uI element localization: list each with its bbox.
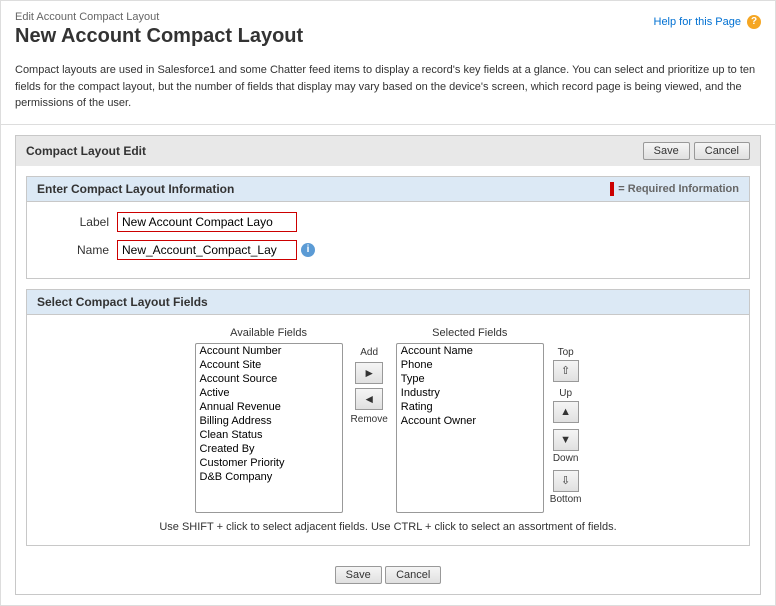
up-group: Up ▲: [553, 388, 579, 423]
list-item[interactable]: Annual Revenue: [196, 400, 342, 414]
remove-label: Remove: [351, 414, 388, 425]
list-item[interactable]: Account Owner: [397, 414, 543, 428]
list-item[interactable]: Account Site: [196, 358, 342, 372]
page-title: New Account Compact Layout: [15, 25, 761, 48]
down-button[interactable]: ▼: [553, 429, 579, 451]
reorder-col: Top ⇧ Up ▲ ▼ Down ⇩ Bott: [550, 347, 582, 509]
up-label: Up: [559, 388, 572, 399]
select-fields-header: Select Compact Layout Fields: [27, 290, 749, 315]
bottom-actions: Save Cancel: [16, 556, 760, 594]
bottom-group: ⇩ Bottom: [550, 470, 582, 505]
compact-layout-edit-title: Compact Layout Edit: [26, 144, 146, 158]
required-text: = Required Information: [618, 183, 739, 195]
form-body: Label Name i: [27, 202, 749, 278]
breadcrumb: Edit Account Compact Layout: [15, 11, 761, 23]
remove-button[interactable]: ◄: [355, 388, 383, 410]
help-link[interactable]: Help for this Page ?: [654, 15, 762, 29]
required-bar: [610, 182, 614, 196]
selected-col: Selected Fields Account Name Phone Type …: [396, 327, 544, 513]
selected-label: Selected Fields: [432, 327, 507, 339]
list-item[interactable]: Account Number: [196, 344, 342, 358]
name-info-icon[interactable]: i: [301, 243, 315, 257]
add-remove-col: Add ► ◄ Remove: [351, 347, 388, 425]
down-label: Down: [553, 453, 579, 464]
description: Compact layouts are used in Salesforce1 …: [1, 54, 775, 125]
top-button[interactable]: ⇧: [553, 360, 579, 382]
list-item[interactable]: Account Source: [196, 372, 342, 386]
fields-body: Available Fields Account Number Account …: [27, 315, 749, 545]
label-row: Label: [37, 212, 739, 232]
list-item[interactable]: Billing Address: [196, 414, 342, 428]
available-fields-list[interactable]: Account Number Account Site Account Sour…: [195, 343, 343, 513]
add-button[interactable]: ►: [355, 362, 383, 384]
list-item[interactable]: Rating: [397, 400, 543, 414]
name-field-label: Name: [37, 243, 117, 257]
available-label: Available Fields: [230, 327, 307, 339]
available-col: Available Fields Account Number Account …: [195, 327, 343, 513]
list-item[interactable]: Industry: [397, 386, 543, 400]
fields-columns: Available Fields Account Number Account …: [37, 327, 739, 513]
enter-info-title: Enter Compact Layout Information: [37, 182, 234, 196]
select-fields-section: Select Compact Layout Fields Available F…: [26, 289, 750, 546]
bottom-button[interactable]: ⇩: [553, 470, 579, 492]
save-button-top[interactable]: Save: [643, 142, 690, 160]
label-input[interactable]: [117, 212, 297, 232]
list-item[interactable]: Account Name: [397, 344, 543, 358]
selected-fields-list[interactable]: Account Name Phone Type Industry Rating …: [396, 343, 544, 513]
top-group: Top ⇧: [553, 347, 579, 382]
list-item[interactable]: Customer Priority: [196, 456, 342, 470]
list-item[interactable]: D&B Company: [196, 470, 342, 484]
name-input[interactable]: [117, 240, 297, 260]
bottom-label: Bottom: [550, 494, 582, 505]
list-item[interactable]: Clean Status: [196, 428, 342, 442]
label-field-label: Label: [37, 215, 117, 229]
list-item[interactable]: Active: [196, 386, 342, 400]
list-item[interactable]: Phone: [397, 358, 543, 372]
list-item[interactable]: Type: [397, 372, 543, 386]
compact-layout-edit-section: Compact Layout Edit Save Cancel Enter Co…: [15, 135, 761, 595]
down-group: ▼ Down: [553, 429, 579, 464]
list-item[interactable]: Created By: [196, 442, 342, 456]
required-legend: = Required Information: [610, 182, 739, 196]
cancel-button-top[interactable]: Cancel: [694, 142, 750, 160]
help-icon: ?: [747, 15, 761, 29]
up-button[interactable]: ▲: [553, 401, 579, 423]
name-row: Name i: [37, 240, 739, 260]
hint-text: Use SHIFT + click to select adjacent fie…: [37, 521, 739, 533]
compact-layout-edit-header: Compact Layout Edit Save Cancel: [16, 136, 760, 166]
add-label: Add: [360, 347, 378, 358]
help-link-text: Help for this Page: [654, 16, 741, 28]
enter-info-section: Enter Compact Layout Information = Requi…: [26, 176, 750, 279]
top-label: Top: [558, 347, 574, 358]
enter-info-header: Enter Compact Layout Information = Requi…: [27, 177, 749, 202]
header-actions: Save Cancel: [643, 142, 750, 160]
